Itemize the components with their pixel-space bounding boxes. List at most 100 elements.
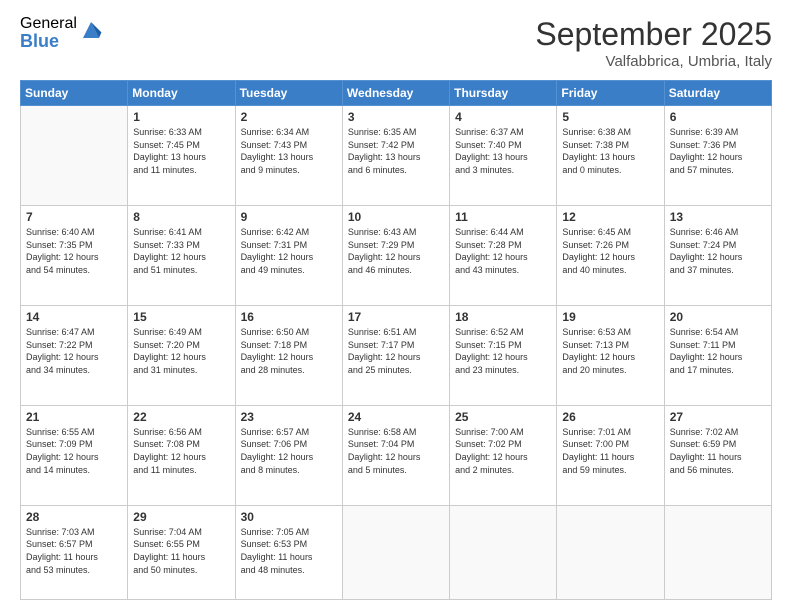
day-info: Sunrise: 6:50 AM Sunset: 7:18 PM Dayligh… [241,326,337,376]
day-number: 4 [455,110,551,124]
day-info: Sunrise: 6:47 AM Sunset: 7:22 PM Dayligh… [26,326,122,376]
day-number: 22 [133,410,229,424]
calendar-table: Sunday Monday Tuesday Wednesday Thursday… [20,80,772,600]
table-row: 10 Sunrise: 6:43 AM Sunset: 7:29 PM Dayli… [342,205,449,305]
day-number: 27 [670,410,766,424]
day-number: 13 [670,210,766,224]
day-number: 30 [241,510,337,524]
table-row: 14 Sunrise: 6:47 AM Sunset: 7:22 PM Dayli… [21,305,128,405]
calendar-week-row: 21 Sunrise: 6:55 AM Sunset: 7:09 PM Dayli… [21,405,772,505]
day-info: Sunrise: 6:37 AM Sunset: 7:40 PM Dayligh… [455,126,551,176]
table-row: 5 Sunrise: 6:38 AM Sunset: 7:38 PM Daylig… [557,106,664,206]
table-row: 9 Sunrise: 6:42 AM Sunset: 7:31 PM Daylig… [235,205,342,305]
day-info: Sunrise: 6:46 AM Sunset: 7:24 PM Dayligh… [670,226,766,276]
day-number: 19 [562,310,658,324]
day-info: Sunrise: 6:51 AM Sunset: 7:17 PM Dayligh… [348,326,444,376]
day-info: Sunrise: 7:00 AM Sunset: 7:02 PM Dayligh… [455,426,551,476]
page: General Blue September 2025 Valfabbrica,… [0,0,792,612]
table-row: 27 Sunrise: 7:02 AM Sunset: 6:59 PM Dayli… [664,405,771,505]
day-number: 15 [133,310,229,324]
logo-icon [79,18,103,42]
table-row: 1 Sunrise: 6:33 AM Sunset: 7:45 PM Daylig… [128,106,235,206]
day-number: 3 [348,110,444,124]
table-row: 19 Sunrise: 6:53 AM Sunset: 7:13 PM Dayli… [557,305,664,405]
table-row: 21 Sunrise: 6:55 AM Sunset: 7:09 PM Dayli… [21,405,128,505]
day-number: 7 [26,210,122,224]
day-info: Sunrise: 6:45 AM Sunset: 7:26 PM Dayligh… [562,226,658,276]
day-info: Sunrise: 6:52 AM Sunset: 7:15 PM Dayligh… [455,326,551,376]
day-info: Sunrise: 6:38 AM Sunset: 7:38 PM Dayligh… [562,126,658,176]
day-info: Sunrise: 6:57 AM Sunset: 7:06 PM Dayligh… [241,426,337,476]
day-info: Sunrise: 6:56 AM Sunset: 7:08 PM Dayligh… [133,426,229,476]
day-info: Sunrise: 6:55 AM Sunset: 7:09 PM Dayligh… [26,426,122,476]
day-info: Sunrise: 7:05 AM Sunset: 6:53 PM Dayligh… [241,526,337,576]
table-row: 17 Sunrise: 6:51 AM Sunset: 7:17 PM Dayli… [342,305,449,405]
table-row [342,505,449,599]
day-number: 6 [670,110,766,124]
day-number: 26 [562,410,658,424]
day-number: 9 [241,210,337,224]
calendar-week-row: 7 Sunrise: 6:40 AM Sunset: 7:35 PM Daylig… [21,205,772,305]
day-info: Sunrise: 6:40 AM Sunset: 7:35 PM Dayligh… [26,226,122,276]
logo-blue: Blue [20,32,77,50]
table-row [21,106,128,206]
day-info: Sunrise: 6:33 AM Sunset: 7:45 PM Dayligh… [133,126,229,176]
table-row: 25 Sunrise: 7:00 AM Sunset: 7:02 PM Dayli… [450,405,557,505]
day-number: 12 [562,210,658,224]
day-number: 5 [562,110,658,124]
table-row: 18 Sunrise: 6:52 AM Sunset: 7:15 PM Dayli… [450,305,557,405]
table-row: 8 Sunrise: 6:41 AM Sunset: 7:33 PM Daylig… [128,205,235,305]
day-number: 2 [241,110,337,124]
table-row: 28 Sunrise: 7:03 AM Sunset: 6:57 PM Dayli… [21,505,128,599]
logo: General Blue [20,16,103,50]
day-info: Sunrise: 6:43 AM Sunset: 7:29 PM Dayligh… [348,226,444,276]
table-row: 26 Sunrise: 7:01 AM Sunset: 7:00 PM Dayli… [557,405,664,505]
day-number: 18 [455,310,551,324]
table-row: 4 Sunrise: 6:37 AM Sunset: 7:40 PM Daylig… [450,106,557,206]
table-row: 3 Sunrise: 6:35 AM Sunset: 7:42 PM Daylig… [342,106,449,206]
day-info: Sunrise: 7:01 AM Sunset: 7:00 PM Dayligh… [562,426,658,476]
logo-text: General Blue [20,16,77,50]
table-row: 16 Sunrise: 6:50 AM Sunset: 7:18 PM Dayli… [235,305,342,405]
day-number: 11 [455,210,551,224]
day-number: 29 [133,510,229,524]
day-number: 17 [348,310,444,324]
table-row: 24 Sunrise: 6:58 AM Sunset: 7:04 PM Dayli… [342,405,449,505]
col-sunday: Sunday [21,81,128,106]
day-number: 25 [455,410,551,424]
calendar-header-row: Sunday Monday Tuesday Wednesday Thursday… [21,81,772,106]
day-number: 14 [26,310,122,324]
day-number: 1 [133,110,229,124]
table-row: 15Sunrise: 6:49 AM Sunset: 7:20 PM Dayli… [128,305,235,405]
day-info: Sunrise: 6:53 AM Sunset: 7:13 PM Dayligh… [562,326,658,376]
day-info: Sunrise: 7:04 AM Sunset: 6:55 PM Dayligh… [133,526,229,576]
table-row: 29 Sunrise: 7:04 AM Sunset: 6:55 PM Dayli… [128,505,235,599]
col-monday: Monday [128,81,235,106]
day-number: 21 [26,410,122,424]
day-info: Sunrise: 6:58 AM Sunset: 7:04 PM Dayligh… [348,426,444,476]
day-info: Sunrise: 7:02 AM Sunset: 6:59 PM Dayligh… [670,426,766,476]
col-wednesday: Wednesday [342,81,449,106]
day-number: 28 [26,510,122,524]
table-row [450,505,557,599]
day-info: Sunrise: 7:03 AM Sunset: 6:57 PM Dayligh… [26,526,122,576]
table-row: 7 Sunrise: 6:40 AM Sunset: 7:35 PM Daylig… [21,205,128,305]
title-block: September 2025 Valfabbrica, Umbria, Ital… [535,16,772,70]
table-row: 13 Sunrise: 6:46 AM Sunset: 7:24 PM Dayli… [664,205,771,305]
day-number: 8 [133,210,229,224]
day-info: Sunrise: 6:54 AM Sunset: 7:11 PM Dayligh… [670,326,766,376]
table-row: 20 Sunrise: 6:54 AM Sunset: 7:11 PM Dayli… [664,305,771,405]
day-info: Sunrise: 6:41 AM Sunset: 7:33 PM Dayligh… [133,226,229,276]
day-number: 10 [348,210,444,224]
day-number: 20 [670,310,766,324]
day-number: 16 [241,310,337,324]
table-row: 30 Sunrise: 7:05 AM Sunset: 6:53 PM Dayli… [235,505,342,599]
table-row: 2Sunrise: 6:34 AM Sunset: 7:43 PM Daylig… [235,106,342,206]
day-info: Sunrise: 6:35 AM Sunset: 7:42 PM Dayligh… [348,126,444,176]
day-info: Sunrise: 6:42 AM Sunset: 7:31 PM Dayligh… [241,226,337,276]
table-row: 23Sunrise: 6:57 AM Sunset: 7:06 PM Dayli… [235,405,342,505]
col-saturday: Saturday [664,81,771,106]
day-number: 24 [348,410,444,424]
table-row: 12 Sunrise: 6:45 AM Sunset: 7:26 PM Dayli… [557,205,664,305]
table-row: 6Sunrise: 6:39 AM Sunset: 7:36 PM Daylig… [664,106,771,206]
